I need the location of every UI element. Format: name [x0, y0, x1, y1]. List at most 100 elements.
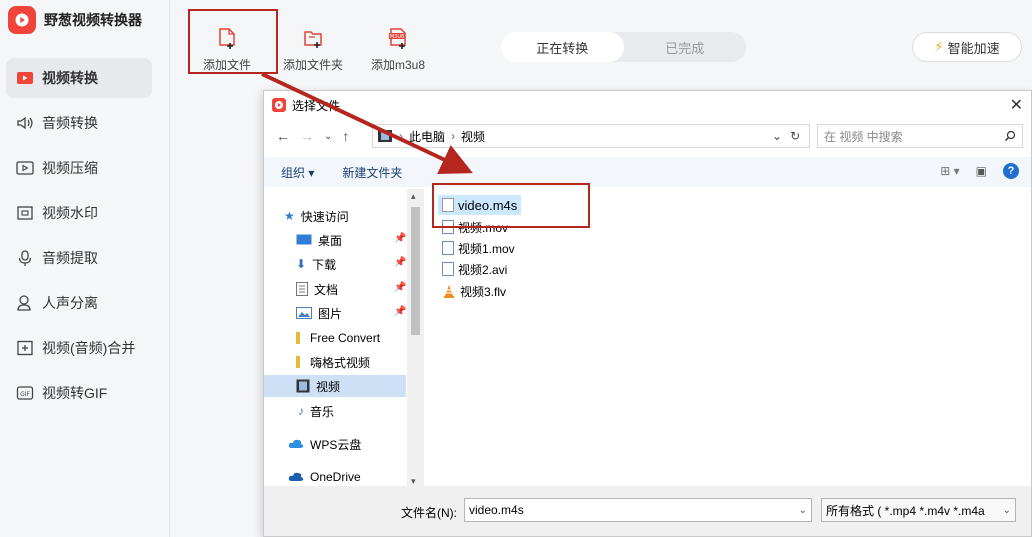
scroll-up-icon[interactable]: ▴	[411, 191, 416, 202]
desktop-icon	[296, 234, 312, 245]
add-m3u8-button[interactable]: M3U8 添加m3u8	[371, 28, 425, 73]
audio-convert-icon	[16, 114, 34, 132]
new-folder-button[interactable]: 新建文件夹	[342, 164, 402, 181]
svg-text:GIF: GIF	[20, 391, 30, 398]
add-folder-label: 添加文件夹	[283, 58, 344, 72]
sidebar-item-audio-convert[interactable]: 音频转换	[6, 103, 152, 143]
tree-scroll-thumb[interactable]	[411, 207, 420, 335]
vocal-separate-icon	[16, 294, 34, 312]
video-folder-icon	[296, 379, 310, 393]
tree-item-downloads[interactable]: ⬇ 下载	[296, 253, 336, 275]
search-placeholder: 在 视频 中搜索	[824, 129, 903, 144]
sidebar-item-vocal-separate[interactable]: 人声分离	[6, 283, 152, 323]
filetype-select[interactable]: 所有格式 ( *.mp4 *.m4v *.m4a ⌄	[821, 498, 1016, 522]
sidebar-item-watermark[interactable]: 视频水印	[6, 193, 152, 233]
app-name: 野葱视频转换器	[44, 12, 142, 28]
add-folder-icon	[304, 31, 322, 48]
refresh-icon[interactable]: ↻	[790, 129, 800, 143]
star-icon: ★	[284, 209, 295, 223]
chevron-down-icon: ⌄	[1002, 504, 1011, 516]
add-folder-button[interactable]: 添加文件夹	[283, 28, 343, 73]
m3u8-badge: M3U8	[390, 34, 404, 40]
pin-icon: 📌	[394, 306, 407, 317]
add-m3u8-label: 添加m3u8	[371, 58, 426, 72]
highlight-box-add-file	[188, 9, 278, 74]
sidebar-item-audio-extract[interactable]: 音频提取	[6, 238, 152, 278]
gif-icon: GIF	[16, 384, 34, 402]
m3u8-file-icon: M3U8	[389, 28, 406, 49]
audio-extract-icon	[16, 249, 34, 267]
sidebar-item-label: 视频转换	[42, 70, 98, 86]
filename-label: 文件名(N):	[401, 506, 457, 520]
tab-converting[interactable]: 正在转换	[501, 32, 624, 62]
tree-item-label: 快速访问	[300, 209, 349, 224]
tab-completed[interactable]: 已完成	[624, 32, 747, 62]
tree-item-label: 文档	[314, 282, 339, 297]
forward-arrow-icon[interactable]: →	[300, 128, 314, 144]
chevron-down-icon[interactable]: ⌄	[799, 505, 807, 516]
music-icon: ♪	[298, 404, 304, 418]
video-convert-icon	[16, 69, 34, 87]
tree-item-desktop[interactable]: 桌面	[296, 229, 342, 251]
filename-input[interactable]: video.m4s ⌄	[464, 498, 812, 522]
preview-pane-icon[interactable]: ▣	[976, 164, 987, 178]
brand: 野葱视频转换器	[8, 6, 142, 34]
back-arrow-icon[interactable]: ←	[276, 128, 290, 144]
video-compress-icon	[16, 159, 34, 177]
watermark-icon	[16, 204, 34, 222]
up-arrow-icon[interactable]: ↑	[342, 128, 349, 144]
tree-item-pictures[interactable]: 图片	[296, 302, 342, 324]
organize-button[interactable]: 组织 ▾	[281, 164, 314, 181]
file-name: 视频1.mov	[458, 241, 515, 256]
tree-item-label: 下载	[312, 257, 337, 272]
cloud-icon	[288, 439, 304, 448]
tree-item-hi-format[interactable]: 嗨格式视频	[296, 351, 370, 373]
download-icon: ⬇	[296, 257, 307, 271]
dialog-title: 选择文件	[292, 98, 341, 113]
smart-accel-button[interactable]: ⚡ 智能加速	[912, 32, 1022, 62]
vlc-cone-icon	[444, 285, 454, 298]
sidebar-item-label: 视频(音频)合并	[42, 340, 136, 356]
tree-item-wps-cloud[interactable]: WPS云盘	[288, 433, 361, 455]
sidebar-item-merge[interactable]: 视频(音频)合并	[6, 328, 152, 368]
picture-icon	[296, 307, 312, 319]
app-logo-icon	[8, 6, 36, 34]
tree-scrollbar[interactable]: ▴ ▾	[407, 189, 424, 489]
file-item-avi[interactable]: 视频2.avi	[442, 259, 507, 279]
breadcrumb-videos[interactable]: 视频	[461, 128, 485, 145]
sidebar-item-video-convert[interactable]: 视频转换	[6, 58, 152, 98]
highlight-box-file	[432, 183, 590, 228]
dialog-footer: 文件名(N): video.m4s ⌄ 所有格式 ( *.mp4 *.m4v *…	[264, 486, 1031, 536]
tree-item-videos[interactable]: 视频	[264, 375, 406, 397]
folder-icon	[296, 356, 300, 368]
tree-item-quick-access[interactable]: ★ 快速访问	[284, 205, 349, 227]
address-dropdown-icon[interactable]: ⌄	[772, 129, 782, 143]
sidebar-item-video-compress[interactable]: 视频压缩	[6, 148, 152, 188]
video-file-icon	[442, 262, 454, 276]
search-icon	[1005, 130, 1016, 141]
sidebar-item-gif[interactable]: GIF 视频转GIF	[6, 373, 152, 413]
tree-item-onedrive[interactable]: OneDrive	[288, 466, 361, 488]
view-options-icon[interactable]: ⊞ ▾	[940, 164, 959, 178]
video-folder-icon	[378, 130, 392, 142]
sidebar: 野葱视频转换器 视频转换 音频转换 视频压缩 视频水印 音频提取 人声分离 视频…	[0, 0, 170, 537]
tree-item-music[interactable]: ♪ 音乐	[298, 400, 334, 422]
search-input[interactable]: 在 视频 中搜索	[817, 124, 1023, 148]
recent-dropdown-icon[interactable]: ⌄	[324, 131, 332, 142]
help-icon[interactable]: ?	[1003, 163, 1019, 179]
file-dialog: 选择文件 ✕ ← → ⌄ ↑ › 此电脑 › 视频 ⌄ ↻ 在 视频 中搜索 组…	[263, 90, 1032, 537]
nav-arrows: ← → ⌄ ↑	[264, 128, 374, 144]
tree-item-label: 图片	[318, 306, 343, 321]
tree-item-free-convert[interactable]: Free Convert	[296, 327, 380, 349]
address-bar[interactable]: › 此电脑 › 视频	[372, 124, 810, 148]
close-icon[interactable]: ✕	[1010, 95, 1023, 115]
tree-item-documents[interactable]: 文档	[296, 278, 338, 300]
file-item-mov-1[interactable]: 视频1.mov	[442, 238, 515, 258]
tree-item-label: 桌面	[318, 233, 343, 248]
file-item-flv[interactable]: 视频3.flv	[442, 281, 506, 301]
smart-accel-label: 智能加速	[947, 40, 1000, 56]
command-bar: 组织 ▾ 新建文件夹	[264, 157, 1031, 187]
document-icon	[296, 282, 308, 296]
breadcrumb-this-pc[interactable]: 此电脑	[409, 128, 445, 145]
navigation-tree: ★ 快速访问 桌面 📌 ⬇ 下载 📌 文档 📌 图片 📌 Free Conver…	[264, 189, 424, 489]
